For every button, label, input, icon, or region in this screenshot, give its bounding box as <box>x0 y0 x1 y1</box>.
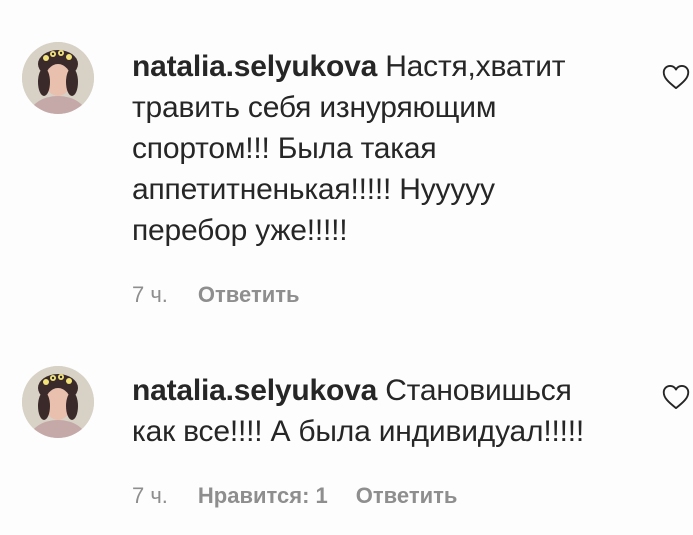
heart-outline-icon[interactable] <box>662 384 690 410</box>
comment-text-line: травить себя изнуряющим <box>132 91 497 124</box>
comment-text-line: перебор уже!!!!! <box>132 214 348 247</box>
comment-username[interactable]: natalia.selyukova <box>132 50 377 83</box>
comment-timestamp: 7 ч. <box>132 282 168 307</box>
avatar-photo <box>22 42 94 114</box>
heart-outline-icon[interactable] <box>662 64 690 90</box>
comment-username[interactable]: natalia.selyukova <box>132 374 377 407</box>
comment-meta: 7 ч. Ответить <box>132 282 300 308</box>
comment-text-line: спортом!!! Была такая <box>132 132 437 165</box>
comment-text-line: как все!!!! А была индивидуал!!!!! <box>132 415 585 448</box>
avatar-photo <box>22 366 94 438</box>
avatar[interactable] <box>22 366 94 438</box>
comment-body: natalia.selyukova Настя,хватит травить с… <box>132 46 592 251</box>
comment-meta: 7 ч. Нравится: 1 Ответить <box>132 483 457 509</box>
comment-text-line: Становишься <box>377 374 572 407</box>
comment-text-line: аппетитненькая!!!!! Нууууу <box>132 173 495 206</box>
avatar[interactable] <box>22 42 94 114</box>
comment-body: natalia.selyukova Становишься как все!!!… <box>132 370 592 452</box>
reply-button[interactable]: Ответить <box>356 483 458 509</box>
comment-text-line: Настя,хватит <box>377 50 566 83</box>
comments-list: natalia.selyukova Настя,хватит травить с… <box>0 0 693 535</box>
likes-count-button[interactable]: Нравится: 1 <box>198 483 328 509</box>
comment-timestamp: 7 ч. <box>132 483 168 508</box>
reply-button[interactable]: Ответить <box>198 282 300 308</box>
